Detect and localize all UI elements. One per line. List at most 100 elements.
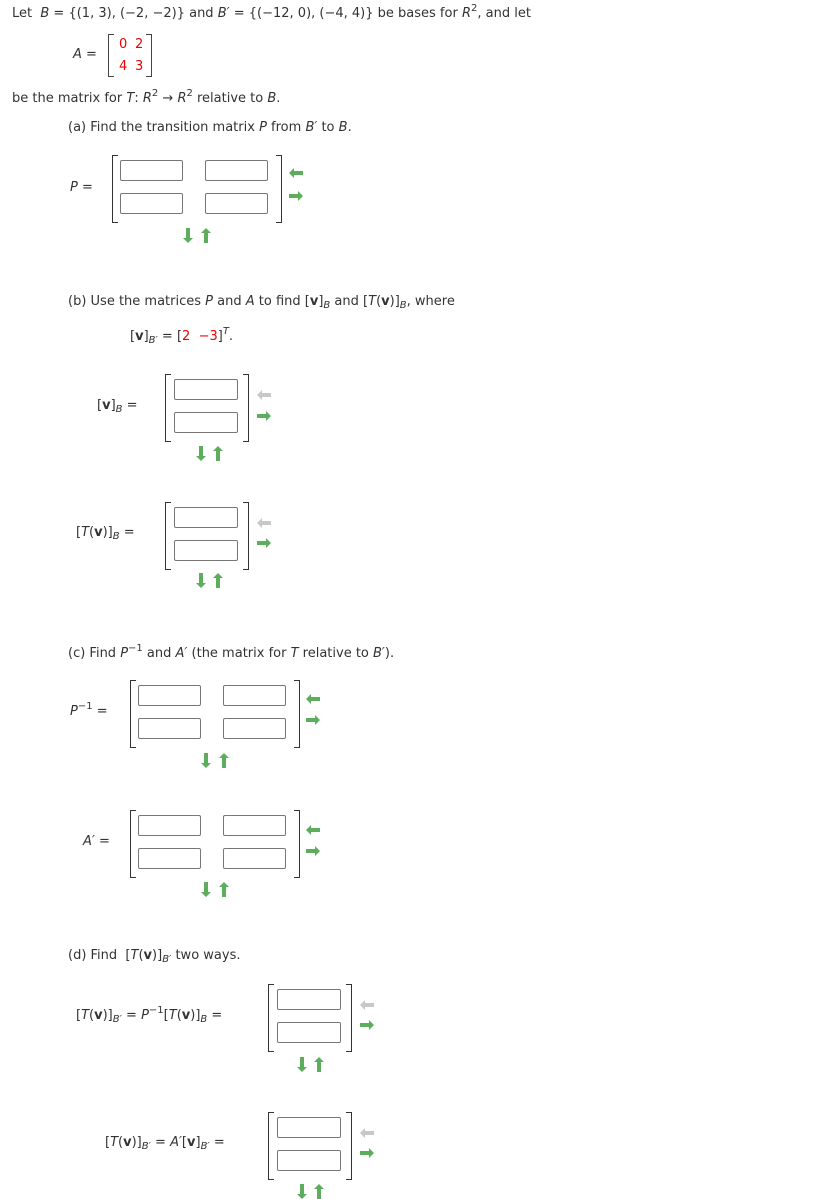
text: =: [150, 1135, 171, 1150]
bracket-left: [268, 1112, 274, 1180]
text: (a) Find the transition matrix: [68, 120, 260, 135]
TvBp2-entry-2-input[interactable]: [277, 1150, 341, 1171]
text: (c) Find: [68, 646, 121, 661]
add-column-arrow-right-icon[interactable]: [289, 191, 303, 201]
R-symbol: R: [142, 91, 152, 106]
TvBp1-entry-1-input[interactable]: [277, 989, 341, 1010]
Pinv-matrix-input: [130, 680, 300, 748]
P-label: P =: [70, 180, 93, 195]
TvB-label: [T(v)]B =: [76, 525, 135, 542]
add-row-arrow-down-icon[interactable]: [201, 882, 211, 897]
Ap-entry-12-input[interactable]: [223, 815, 286, 836]
text: =: [119, 525, 135, 540]
bracket-right: [294, 810, 300, 878]
P-entry-12-input[interactable]: [205, 160, 268, 181]
Bp-symbol: B′: [373, 646, 385, 661]
add-column-arrow-right-icon[interactable]: [360, 1020, 374, 1030]
Ap-matrix-input: [130, 810, 300, 878]
Ap-entry-22-input[interactable]: [223, 848, 286, 869]
add-column-arrow-right-icon[interactable]: [257, 411, 271, 421]
A-entry-12: 2: [135, 37, 144, 52]
remove-column-arrow-left-icon[interactable]: [306, 694, 320, 704]
problem-statement-line3: be the matrix for T: R2 → R2 relative to…: [12, 89, 280, 107]
P-symbol: P: [259, 120, 267, 135]
add-column-arrow-right-icon[interactable]: [306, 846, 320, 856]
basis-B-set: {(1, 3), (−2, −2)}: [68, 6, 185, 21]
bracket-right: [146, 34, 152, 77]
part-a-prompt: (a) Find the transition matrix P from B′…: [68, 120, 352, 135]
text: .: [347, 120, 352, 135]
remove-column-arrow-left-icon[interactable]: [360, 1000, 374, 1010]
P-entry-21-input[interactable]: [120, 193, 183, 214]
text: =: [92, 704, 108, 719]
given-vector-vBp: [v]B′ = [2 −3]T.: [130, 326, 234, 346]
add-row-arrow-down-icon[interactable]: [183, 228, 193, 243]
P-entry-11-input[interactable]: [120, 160, 183, 181]
inverse-exponent: −1: [77, 701, 93, 712]
bracket-right: [346, 984, 352, 1052]
vB-entry-1-input[interactable]: [174, 379, 238, 400]
Pinv-entry-11-input[interactable]: [138, 685, 201, 706]
TvBp-via-Pinv-vector-input: [268, 984, 352, 1052]
P-matrix-input: [112, 155, 282, 223]
TvBp-via-Ap-label: [T(v)]B′ = A′[v]B′ =: [105, 1135, 225, 1152]
remove-row-arrow-up-icon[interactable]: [314, 1184, 324, 1199]
TvBp-via-Pinv-label: [T(v)]B′ = P−1[T(v)]B =: [76, 1005, 223, 1025]
add-row-arrow-down-icon[interactable]: [201, 753, 211, 768]
Bp-symbol: B′: [305, 120, 318, 135]
add-column-arrow-right-icon[interactable]: [257, 538, 271, 548]
inverse-exponent: −1: [128, 643, 143, 654]
part-b-prompt: (b) Use the matrices P and A to find [v]…: [68, 294, 455, 311]
A-entry-21: 4: [119, 59, 128, 74]
remove-row-arrow-up-icon[interactable]: [219, 882, 229, 897]
text: :: [134, 91, 143, 106]
text: relative to: [192, 91, 268, 106]
remove-row-arrow-up-icon[interactable]: [201, 228, 211, 243]
vB-entry-2-input[interactable]: [174, 412, 238, 433]
bracket-right: [243, 374, 249, 442]
text: and: [142, 646, 176, 661]
maps-to-arrow: →: [158, 91, 178, 106]
bracket-left: [268, 984, 274, 1052]
B-symbol: B: [267, 91, 277, 106]
TvBp2-entry-1-input[interactable]: [277, 1117, 341, 1138]
text-and-let: , and let: [477, 6, 531, 21]
Pinv-entry-21-input[interactable]: [138, 718, 201, 739]
Pinv-entry-12-input[interactable]: [223, 685, 286, 706]
Ap-entry-21-input[interactable]: [138, 848, 201, 869]
remove-row-arrow-up-icon[interactable]: [213, 573, 223, 588]
Pinv-entry-22-input[interactable]: [223, 718, 286, 739]
text: to: [317, 120, 339, 135]
remove-column-arrow-left-icon[interactable]: [360, 1128, 374, 1138]
remove-row-arrow-up-icon[interactable]: [213, 446, 223, 461]
remove-column-arrow-left-icon[interactable]: [257, 390, 271, 400]
add-row-arrow-down-icon[interactable]: [196, 573, 206, 588]
add-column-arrow-right-icon[interactable]: [360, 1148, 374, 1158]
remove-column-arrow-left-icon[interactable]: [289, 168, 303, 178]
basis-B-symbol: B: [40, 6, 50, 21]
add-row-arrow-down-icon[interactable]: [297, 1184, 307, 1199]
text: =: [122, 398, 138, 413]
TvB-entry-1-input[interactable]: [174, 507, 238, 528]
add-row-arrow-down-icon[interactable]: [297, 1057, 307, 1072]
text: =: [209, 1135, 225, 1150]
Ap-entry-11-input[interactable]: [138, 815, 201, 836]
text-be-bases: be bases for: [373, 6, 462, 21]
remove-column-arrow-left-icon[interactable]: [257, 518, 271, 528]
text-and: and: [184, 6, 218, 21]
bracket-right: [243, 502, 249, 570]
B-symbol: B: [338, 120, 348, 135]
TvB-entry-2-input[interactable]: [174, 540, 238, 561]
P-entry-22-input[interactable]: [205, 193, 268, 214]
T-symbol: T: [290, 646, 299, 661]
add-row-arrow-down-icon[interactable]: [196, 446, 206, 461]
text: =: [121, 1008, 142, 1023]
text: (b) Use the matrices: [68, 294, 206, 309]
remove-row-arrow-up-icon[interactable]: [314, 1057, 324, 1072]
problem-statement-line1: Let B = {(1, 3), (−2, −2)} and B′ = {(−1…: [12, 4, 531, 22]
add-column-arrow-right-icon[interactable]: [306, 715, 320, 725]
remove-column-arrow-left-icon[interactable]: [306, 825, 320, 835]
TvBp1-entry-2-input[interactable]: [277, 1022, 341, 1043]
A-symbol: A: [245, 294, 255, 309]
remove-row-arrow-up-icon[interactable]: [219, 753, 229, 768]
